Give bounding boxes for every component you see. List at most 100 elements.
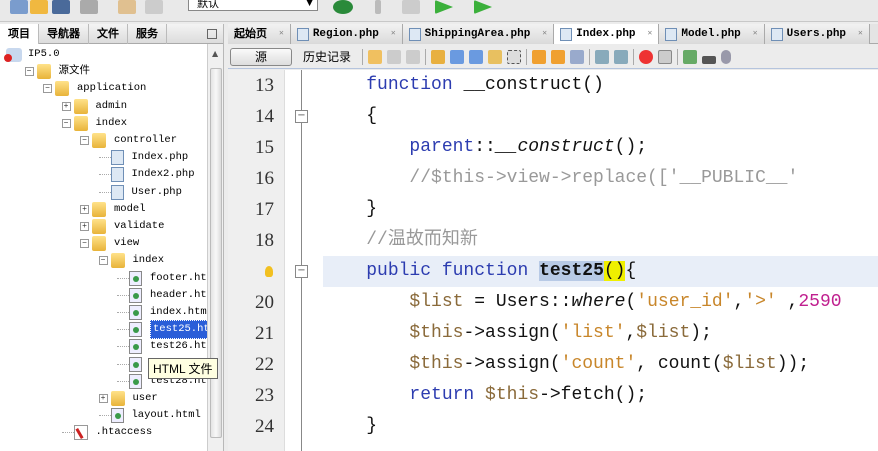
debug-icon[interactable] <box>474 0 492 14</box>
close-tab-icon[interactable]: ✕ <box>391 24 396 44</box>
collapse-icon[interactable]: − <box>43 84 52 94</box>
close-tab-icon[interactable]: ✕ <box>753 24 758 44</box>
code-line[interactable]: $list = Users::where('user_id','>' ,2590 <box>323 287 878 318</box>
tree-item[interactable]: IP5.0 <box>4 46 60 63</box>
tab-services[interactable]: 服务 <box>128 23 167 44</box>
code-line[interactable]: //$this->view->replace(['__PUBLIC__' <box>323 163 878 194</box>
tab-projects[interactable]: 项目 <box>0 23 39 44</box>
find-next-icon[interactable] <box>469 49 484 64</box>
tree-item[interactable]: − view <box>80 235 139 252</box>
code-line[interactable]: { <box>323 101 878 132</box>
collapse-icon[interactable]: − <box>24 67 34 77</box>
toggle-bookmark-icon[interactable] <box>570 49 585 64</box>
code-line[interactable]: function __construct() <box>323 70 878 101</box>
tree-item[interactable]: + model <box>80 201 146 218</box>
tree-item[interactable]: header.html <box>117 287 207 304</box>
tree-item[interactable]: Index.php <box>98 149 188 166</box>
new-project-icon[interactable] <box>30 0 48 14</box>
code-line[interactable]: parent::__construct(); <box>323 132 878 163</box>
tree-item[interactable]: + validate <box>80 218 164 235</box>
expand-icon[interactable]: + <box>98 394 108 403</box>
scroll-up-icon[interactable]: ▲ <box>212 49 218 58</box>
collapse-icon[interactable]: − <box>80 136 89 145</box>
tree-item[interactable]: .htaccess <box>61 424 152 441</box>
lightbulb-hint-icon[interactable] <box>265 266 273 277</box>
last-edit-icon[interactable] <box>368 49 383 64</box>
code-editor[interactable]: 13 function __construct() 14 − {15 parent:… <box>228 70 878 451</box>
next-bookmark-icon[interactable] <box>551 49 566 64</box>
tab-navigator[interactable]: 导航器 <box>39 23 89 44</box>
minimize-icon[interactable] <box>207 28 217 39</box>
rectangular-selection-icon[interactable] <box>507 49 522 64</box>
tree-item[interactable]: Index2.php <box>98 166 195 183</box>
back-icon[interactable] <box>387 49 402 64</box>
tree-item[interactable]: test26.html <box>117 338 207 355</box>
new-file-icon[interactable] <box>10 0 28 14</box>
tree-item[interactable]: index.html <box>117 304 207 321</box>
expand-icon[interactable]: + <box>80 204 89 214</box>
editor-tab[interactable]: 起始页 ✕ <box>228 24 291 44</box>
toggle-highlight-icon[interactable] <box>488 49 503 64</box>
tree-item[interactable]: − index <box>61 115 127 132</box>
expand-icon[interactable]: + <box>61 101 71 111</box>
save-all-icon[interactable] <box>80 0 98 14</box>
find-icon[interactable] <box>431 49 446 64</box>
open-project-icon[interactable] <box>52 0 70 14</box>
tree-item[interactable]: − controller <box>80 132 177 149</box>
close-tab-icon[interactable]: ✕ <box>542 24 547 44</box>
record-macro-icon[interactable] <box>639 49 654 64</box>
code-line[interactable]: $this->assign('list',$list); <box>323 318 878 349</box>
tree-item[interactable]: − application <box>43 80 146 97</box>
close-tab-icon[interactable]: ✕ <box>858 24 863 44</box>
undo-icon[interactable] <box>118 0 136 14</box>
tree-item[interactable]: layout.html <box>98 407 201 424</box>
expand-icon[interactable]: + <box>80 222 89 231</box>
folder-icon <box>110 253 125 269</box>
code-line[interactable]: } <box>323 411 878 442</box>
fold-toggle-icon[interactable]: − <box>295 110 308 123</box>
editor-tab[interactable]: Region.php ✕ <box>290 24 403 44</box>
code-line[interactable]: $this->assign('count', count($list)); <box>323 349 878 380</box>
build-icon[interactable] <box>375 0 381 14</box>
collapse-icon[interactable]: − <box>98 256 108 266</box>
shift-right-icon[interactable] <box>614 49 629 64</box>
redo-icon[interactable] <box>145 0 163 14</box>
stop-macro-icon[interactable] <box>658 49 673 64</box>
tree-item[interactable]: − index <box>98 252 164 269</box>
comment-icon[interactable] <box>683 49 698 64</box>
tree-item[interactable]: footer.html <box>117 270 207 287</box>
tree-item[interactable]: + user <box>98 390 158 407</box>
code-line[interactable]: } <box>323 194 878 225</box>
editor-tab[interactable]: ShippingArea.php ✕ <box>402 24 555 44</box>
database-icon[interactable] <box>721 49 732 64</box>
forward-icon[interactable] <box>406 49 421 64</box>
run-icon[interactable] <box>435 0 453 14</box>
close-tab-icon[interactable]: ✕ <box>648 24 653 44</box>
collapse-icon[interactable]: − <box>80 239 89 249</box>
tree-item[interactable]: + admin <box>61 98 127 115</box>
code-line[interactable]: public function test25(){ <box>323 256 878 287</box>
editor-tab[interactable]: Users.php ✕ <box>764 24 870 44</box>
scrollbar-thumb[interactable] <box>210 68 222 438</box>
tree-item[interactable]: User.php <box>98 184 182 201</box>
code-line[interactable]: //温故而知新 <box>323 225 878 256</box>
editor-tab[interactable]: Model.php ✕ <box>659 24 765 44</box>
tree-item[interactable]: test25.html <box>117 320 207 340</box>
shift-left-icon[interactable] <box>595 49 610 64</box>
close-tab-icon[interactable]: ✕ <box>279 24 284 44</box>
history-button[interactable]: 历史记录 <box>297 48 357 65</box>
tab-files[interactable]: 文件 <box>89 23 128 44</box>
uncomment-icon[interactable] <box>702 55 717 64</box>
editor-tab[interactable]: Index.php ✕ <box>554 24 660 44</box>
find-previous-icon[interactable] <box>450 49 465 64</box>
tree-scrollbar[interactable]: ▲ <box>207 44 223 451</box>
previous-bookmark-icon[interactable] <box>532 49 547 64</box>
collapse-icon[interactable]: − <box>61 118 71 128</box>
clean-build-icon[interactable] <box>402 0 420 14</box>
source-button[interactable]: 源 <box>230 47 292 66</box>
globe-icon[interactable] <box>333 0 353 14</box>
code-line[interactable]: return $this->fetch(); <box>323 380 878 411</box>
fold-toggle-icon[interactable]: − <box>295 265 308 278</box>
tree-item[interactable]: − 源文件 <box>24 63 90 80</box>
configuration-select[interactable]: 默认 ▼ <box>188 0 318 11</box>
